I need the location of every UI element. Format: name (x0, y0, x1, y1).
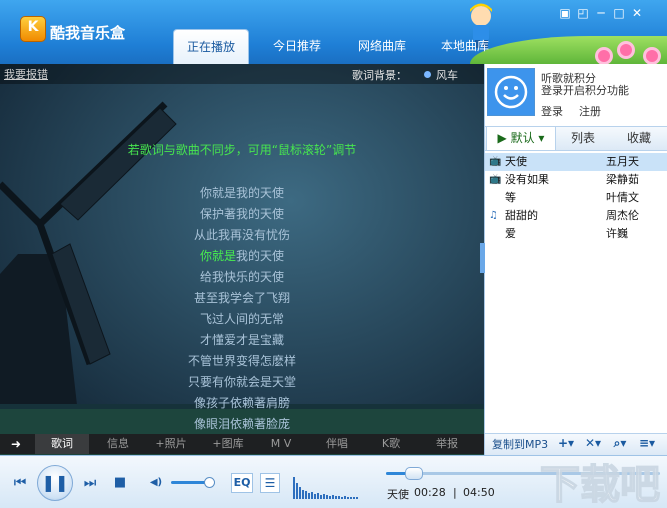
song-title: 爱 (505, 227, 516, 240)
playlist-panel (484, 64, 667, 455)
song-artist: 叶倩文 (606, 191, 639, 204)
lyric-line: 不管世界变得怎麽样 (187, 354, 296, 368)
playlist-menu-button[interactable]: ≡▾ (637, 435, 657, 451)
flower-decoration (620, 44, 632, 56)
report-error-link[interactable]: 我要报错 (4, 66, 48, 82)
login-link[interactable]: 登录 (541, 103, 563, 119)
app-title: 酷我音乐盒 (50, 24, 126, 42)
tab-default-playlist[interactable]: ▶ 默认 ▾ (486, 127, 556, 150)
app-logo-icon: K (20, 16, 46, 42)
total-time: 04:50 (463, 486, 495, 499)
lyric-sync-hint: 若歌词与歌曲不同步，可用“鼠标滚轮”调节 (127, 143, 357, 157)
lyric-background-radio-icon[interactable] (424, 71, 431, 78)
song-artist: 许巍 (606, 227, 628, 240)
lyric-line: 才懂爱才是宝藏 (199, 333, 284, 347)
song-title: 等 (505, 191, 516, 204)
lyric-line: 像孩子依赖著肩膀 (193, 396, 290, 410)
tab-today-recommend[interactable]: 今日推荐 (262, 29, 332, 64)
lyric-line-current: 你就是我的天使 (0, 247, 484, 264)
tab-k-song[interactable]: K歌 (368, 434, 414, 454)
avatar[interactable] (487, 68, 535, 116)
playlist-row[interactable]: 爱 许巍 (485, 225, 667, 243)
lyric-background-label: 歌词背景： (352, 69, 407, 82)
tab-online-library[interactable]: 网络曲库 (347, 29, 417, 64)
song-artist: 梁静茹 (606, 173, 639, 186)
lyric-line: 保护著我的天使 (199, 207, 284, 221)
remove-song-button[interactable]: ✕▾ (583, 435, 603, 451)
playlist-row[interactable]: 📺 天使 五月天 (485, 153, 667, 171)
previous-button[interactable]: ⏮ (10, 475, 30, 491)
tab-list[interactable]: 列表 (556, 127, 610, 149)
lyric-line: 只要有你就会是天堂 (187, 375, 296, 389)
tab-gallery[interactable]: +图库 (202, 434, 254, 454)
next-button[interactable]: ⏭ (80, 475, 100, 491)
playlist-row[interactable]: 等 叶倩文 (485, 189, 667, 207)
song-title: 天使 (505, 155, 527, 168)
lyric-info-bar (0, 64, 484, 84)
lyric-line: 从此我再没有忧伤 (193, 228, 290, 242)
tab-info[interactable]: 信息 (95, 434, 141, 454)
lyric-line: 给我快乐的天使 (199, 270, 284, 284)
current-time: 00:28 (414, 486, 446, 499)
tab-local-library[interactable]: 本地曲库 (430, 29, 500, 64)
minimize-button[interactable]: ─ (594, 6, 608, 20)
svg-text:下载吧: 下载吧 (540, 462, 660, 507)
skin-button[interactable]: ▣ (558, 6, 572, 20)
lyric-line: 像眼泪依赖著脸庞 (193, 417, 290, 431)
song-artist: 五月天 (606, 155, 639, 168)
volume-icon[interactable]: ◀) (146, 477, 166, 488)
tab-photos[interactable]: +照片 (145, 434, 197, 454)
maximize-button[interactable]: □ (612, 6, 626, 20)
register-link[interactable]: 注册 (579, 103, 601, 119)
lyric-line: 飞过人间的无常 (199, 312, 284, 326)
tab-mv[interactable]: M V (258, 434, 304, 454)
close-button[interactable]: ✕ (630, 6, 644, 20)
lyric-line: 你就是我的天使 (199, 186, 284, 200)
music-note-icon: ♫ (489, 210, 498, 221)
lyric-sung-part: 你就是 (199, 249, 236, 263)
flower-decoration (598, 50, 610, 62)
mini-mode-button[interactable]: ◰ (576, 6, 590, 20)
audio-spectrum-visualizer (293, 477, 358, 499)
mv-icon: 📺 (489, 174, 502, 185)
pause-button[interactable]: ❚❚ (37, 465, 73, 501)
collapse-arrow-icon[interactable]: ➜ (8, 434, 24, 454)
song-title: 没有如果 (505, 173, 549, 186)
add-song-button[interactable]: +▾ (556, 435, 576, 451)
tab-now-playing[interactable]: 正在播放 (173, 29, 249, 65)
playlist-row[interactable]: 📺 没有如果 梁静茹 (485, 171, 667, 189)
now-playing-title: 天使 (387, 488, 409, 501)
playlist-toggle-button[interactable]: ☰ (260, 473, 280, 493)
song-artist: 周杰伦 (606, 209, 639, 222)
lyric-background-select[interactable]: 风车 (436, 67, 458, 83)
tab-favorites[interactable]: 收藏 (612, 127, 666, 149)
pause-icon: ❚❚ (41, 473, 69, 492)
time-separator: | (453, 486, 457, 499)
tab-lyrics[interactable]: 歌词 (35, 434, 89, 454)
flower-decoration (646, 50, 658, 62)
copy-to-mp3-button[interactable]: 复制到MP3 (492, 436, 548, 452)
tab-report[interactable]: 举报 (424, 434, 470, 454)
mv-icon: 📺 (489, 156, 502, 167)
playlist-row[interactable]: ♫ 甜甜的 周杰伦 (485, 207, 667, 225)
song-title: 甜甜的 (505, 209, 538, 222)
equalizer-button[interactable]: EQ (231, 473, 253, 493)
panel-collapse-handle[interactable] (480, 243, 485, 273)
tab-karaoke-accompany[interactable]: 伴唱 (314, 434, 360, 454)
points-login-hint: 登录开启积分功能 (541, 84, 629, 97)
search-song-button[interactable]: ⌕▾ (610, 435, 630, 451)
progress-bar-handle[interactable] (405, 467, 423, 480)
site-watermark-logo: 下载吧 (539, 461, 661, 507)
lyric-unsung-part: 我的天使 (236, 249, 285, 263)
volume-slider-handle[interactable] (204, 477, 215, 488)
stop-button[interactable]: ■ (110, 475, 130, 490)
lyric-line: 甚至我学会了飞翔 (193, 291, 290, 305)
